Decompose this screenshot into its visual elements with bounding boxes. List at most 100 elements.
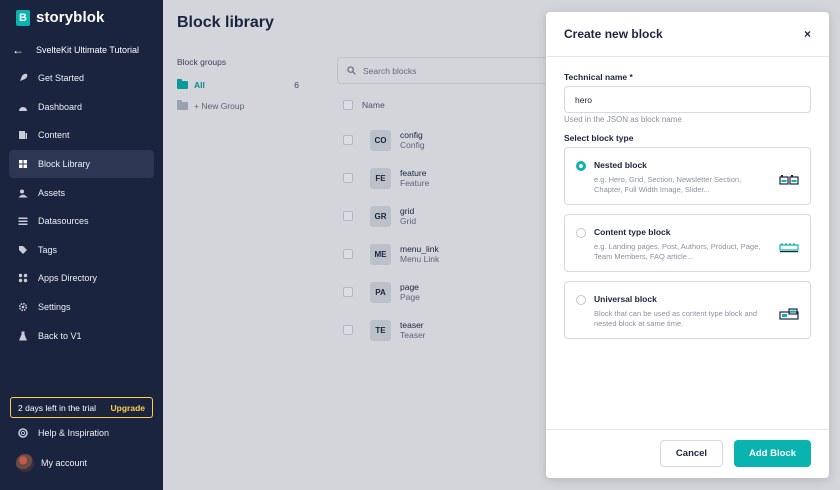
- arrow-left-icon: ←: [12, 43, 24, 57]
- content-icon: [19, 131, 27, 140]
- radio-universal-block[interactable]: [576, 295, 586, 305]
- technical-name-hint: Used in the JSON as block name: [564, 115, 682, 124]
- block-display-name: Grid: [400, 216, 417, 226]
- create-block-modal: Create new block × Technical name * Used…: [546, 12, 829, 478]
- universal-block-icon: [779, 308, 799, 320]
- block-type-label: Select block type: [564, 133, 634, 143]
- row-checkbox[interactable]: [343, 325, 353, 335]
- table-row[interactable]: ME menu_link Menu Link: [343, 241, 439, 267]
- modal-title: Create new block: [564, 27, 663, 41]
- table-row[interactable]: TE teaser Teaser: [343, 317, 426, 343]
- logo-text: storyblok: [36, 9, 105, 26]
- group-label: All: [194, 80, 205, 90]
- search-placeholder: Search blocks: [363, 65, 417, 76]
- trial-banner[interactable]: 2 days left in the trial Upgrade: [10, 397, 153, 418]
- help-label: Help & Inspiration: [38, 428, 110, 438]
- blocks-icon: [19, 160, 27, 169]
- gauge-icon: [19, 106, 27, 111]
- table-row[interactable]: GR grid Grid: [343, 203, 416, 229]
- column-name: Name: [362, 100, 385, 110]
- sidebar-item-back-to-v1[interactable]: Back to V1: [9, 321, 154, 350]
- select-all-checkbox[interactable]: [343, 100, 353, 110]
- table-row[interactable]: PA page Page: [343, 279, 420, 305]
- radio-nested-block[interactable]: [576, 161, 586, 171]
- block-name: teaser: [400, 319, 424, 330]
- block-badge: FE: [370, 167, 391, 189]
- block-name: config: [400, 129, 423, 140]
- close-icon[interactable]: ×: [804, 27, 811, 41]
- modal-footer: Cancel Add Block: [546, 429, 829, 478]
- gear-icon: [18, 302, 28, 312]
- sidebar-item-label: Settings: [38, 302, 71, 313]
- page-title: Block library: [177, 14, 274, 31]
- sidebar-item-label: Get Started: [38, 73, 85, 84]
- help-inspiration-link[interactable]: Help & Inspiration: [18, 428, 109, 438]
- option-content-type-block[interactable]: Content type block e.g. Landing pages, P…: [564, 214, 811, 272]
- radio-content-type-block[interactable]: [576, 228, 586, 238]
- tag-icon: [19, 245, 27, 254]
- block-name: menu_link: [400, 243, 439, 254]
- block-display-name: Menu Link: [400, 254, 440, 264]
- logo[interactable]: B storyblok: [16, 9, 104, 26]
- storyblok-logo-icon: B: [16, 9, 30, 26]
- row-checkbox[interactable]: [343, 135, 353, 145]
- lifebuoy-icon: [18, 428, 28, 438]
- block-name: feature: [400, 167, 427, 178]
- group-all[interactable]: All 6: [177, 77, 299, 93]
- image-icon: [18, 189, 28, 198]
- table-header: Name: [343, 100, 385, 110]
- option-description: e.g. Landing pages, Post, Authors, Produ…: [594, 242, 761, 261]
- block-display-name: Teaser: [400, 330, 426, 340]
- sidebar-item-label: Content: [38, 130, 70, 141]
- row-checkbox[interactable]: [343, 287, 353, 297]
- search-blocks-input[interactable]: Search blocks: [337, 57, 557, 84]
- folder-icon: [177, 79, 188, 89]
- option-title: Universal block: [594, 294, 657, 304]
- sidebar-item-dashboard[interactable]: Dashboard: [9, 93, 154, 122]
- sidebar-item-settings[interactable]: Settings: [9, 293, 154, 322]
- block-groups-title: Block groups: [177, 57, 227, 67]
- block-badge: TE: [370, 319, 391, 341]
- table-row[interactable]: CO config Config: [343, 127, 425, 153]
- sidebar-item-get-started[interactable]: Get Started: [9, 64, 154, 93]
- row-checkbox[interactable]: [343, 211, 353, 221]
- option-title: Content type block: [594, 227, 671, 237]
- my-account-link[interactable]: My account: [16, 454, 87, 472]
- back-to-project-link[interactable]: ← SvelteKit Ultimate Tutorial: [0, 40, 163, 60]
- sidebar: B storyblok ← SvelteKit Ultimate Tutoria…: [0, 0, 163, 490]
- block-badge: ME: [370, 243, 391, 265]
- option-title: Nested block: [594, 160, 647, 170]
- new-group-label: + New Group: [194, 101, 245, 111]
- technical-name-label: Technical name *: [564, 72, 633, 82]
- sidebar-item-label: Dashboard: [38, 101, 83, 112]
- list-icon: [18, 217, 28, 226]
- flask-icon: [19, 331, 27, 341]
- sidebar-item-content[interactable]: Content: [9, 121, 154, 150]
- option-nested-block[interactable]: Nested block e.g. Hero, Grid, Section, N…: [564, 147, 811, 205]
- add-block-button[interactable]: Add Block: [734, 440, 811, 467]
- block-display-name: Page: [400, 292, 420, 302]
- sidebar-item-assets[interactable]: Assets: [9, 178, 154, 207]
- apps-icon: [18, 274, 28, 283]
- search-icon: [347, 66, 356, 75]
- new-group-button[interactable]: + New Group: [177, 98, 299, 114]
- avatar: [16, 454, 34, 472]
- sidebar-item-block-library[interactable]: Block Library: [9, 149, 154, 179]
- row-checkbox[interactable]: [343, 249, 353, 259]
- cancel-button[interactable]: Cancel: [660, 440, 723, 467]
- block-name: page: [400, 281, 419, 292]
- sidebar-item-apps-directory[interactable]: Apps Directory: [9, 264, 154, 293]
- project-name: SvelteKit Ultimate Tutorial: [36, 45, 140, 55]
- sidebar-item-datasources[interactable]: Datasources: [9, 207, 154, 236]
- modal-header: Create new block ×: [546, 12, 829, 57]
- sidebar-item-label: Block Library: [38, 159, 91, 170]
- row-checkbox[interactable]: [343, 173, 353, 183]
- option-universal-block[interactable]: Universal block Block that can be used a…: [564, 281, 811, 339]
- technical-name-input[interactable]: [564, 86, 811, 113]
- table-row[interactable]: FE feature Feature: [343, 165, 429, 191]
- rocket-icon: [20, 74, 28, 82]
- upgrade-link[interactable]: Upgrade: [111, 403, 145, 413]
- group-count: 6: [294, 80, 299, 90]
- sidebar-item-tags[interactable]: Tags: [9, 236, 154, 265]
- option-description: Block that can be used as content type b…: [594, 309, 758, 328]
